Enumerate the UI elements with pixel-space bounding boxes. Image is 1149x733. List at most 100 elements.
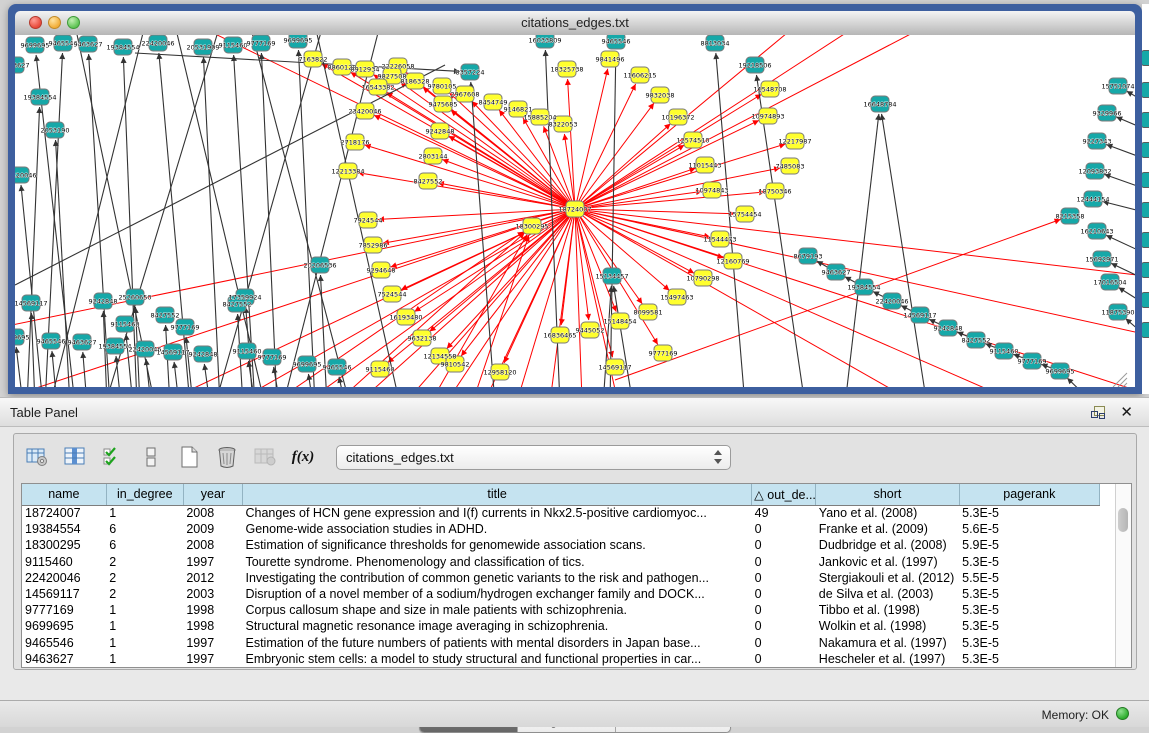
table-cell[interactable]: Disruption of a novel member of a sodium… [242,586,751,602]
table-cell[interactable]: 6 [106,521,183,537]
table-cell[interactable]: 0 [752,554,816,570]
table-scrollbar[interactable] [1115,484,1131,667]
table-cell[interactable]: 6 [106,537,183,553]
table-cell[interactable]: 9463627 [22,651,106,667]
citation-graph[interactable]: 1872400718300295716382288601288912934222… [15,35,1135,387]
table-cell[interactable]: Yano et al. (2008) [816,505,959,521]
table-row[interactable]: 977716911998Corpus callosum shape and si… [22,602,1100,618]
table-cell[interactable]: 19384554 [22,521,106,537]
table-cell[interactable]: Jankovic et al. (1997) [816,554,959,570]
table-cell[interactable]: 0 [752,537,816,553]
table-cell[interactable]: Stergiakouli et al. (2012) [816,570,959,586]
table-cell[interactable]: Structural magnetic resonance image aver… [242,618,751,634]
table-cell[interactable]: 5.3E-5 [959,635,1099,651]
table-cell[interactable]: 2012 [183,570,242,586]
delete-table-icon[interactable] [212,441,242,473]
table-row[interactable]: 911546021997Tourette syndrome. Phenomeno… [22,554,1100,570]
table-cell[interactable]: 1998 [183,618,242,634]
table-cell[interactable]: 0 [752,651,816,667]
table-cell[interactable]: Estimation of the future numbers of pati… [242,635,751,651]
table-cell[interactable]: 0 [752,586,816,602]
table-cell[interactable]: 2 [106,570,183,586]
table-cell[interactable]: 9115460 [22,554,106,570]
select-rows-icon[interactable] [98,441,128,473]
column-header-name[interactable]: name [22,484,106,505]
table-cell[interactable]: 0 [752,570,816,586]
table-cell[interactable]: 0 [752,618,816,634]
table-cell[interactable]: 9777169 [22,602,106,618]
table-cell[interactable]: Tibbo et al. (1998) [816,602,959,618]
table-cell[interactable]: Genome-wide association studies in ADHD. [242,521,751,537]
table-cell[interactable]: 14569117 [22,586,106,602]
table-settings-icon[interactable] [22,441,52,473]
table-cell[interactable]: 5.3E-5 [959,586,1099,602]
scrollbar-thumb[interactable] [1118,508,1128,532]
show-hide-columns-icon[interactable] [136,441,166,473]
table-cell[interactable]: 9699695 [22,618,106,634]
column-header-pagerank[interactable]: pagerank [959,484,1099,505]
network-window-titlebar[interactable]: citations_edges.txt [15,11,1135,36]
table-row[interactable]: 1456911722003Disruption of a novel membe… [22,586,1100,602]
table-cell[interactable]: 2 [106,586,183,602]
table-cell[interactable]: 5.3E-5 [959,554,1099,570]
network-canvas[interactable]: 1872400718300295716382288601288912934222… [15,35,1135,387]
table-cell[interactable]: Investigating the contribution of common… [242,570,751,586]
table-cell[interactable]: 22420046 [22,570,106,586]
table-row[interactable]: 1872400712008Changes of HCN gene express… [22,505,1100,521]
table-cell[interactable]: Franke et al. (2009) [816,521,959,537]
table-cell[interactable]: Corpus callosum shape and size in male p… [242,602,751,618]
table-cell[interactable]: 2 [106,554,183,570]
table-row[interactable]: 946554611997Estimation of the future num… [22,635,1100,651]
table-cell[interactable]: 1997 [183,554,242,570]
table-cell[interactable]: 5.9E-5 [959,537,1099,553]
column-header-year[interactable]: year [183,484,242,505]
table-cell[interactable]: 5.3E-5 [959,618,1099,634]
column-header-title[interactable]: title [242,484,751,505]
table-cell[interactable]: Wolkin et al. (1998) [816,618,959,634]
table-cell[interactable]: 9465546 [22,635,106,651]
table-cell[interactable]: 1 [106,635,183,651]
table-cell[interactable]: Hescheler et al. (1997) [816,651,959,667]
column-header-out_de[interactable]: △ out_de... [752,484,816,505]
table-row[interactable]: 2242004622012Investigating the contribut… [22,570,1100,586]
table-cell[interactable]: de Silva et al. (2003) [816,586,959,602]
table-cell[interactable]: 5.3E-5 [959,602,1099,618]
column-header-short[interactable]: short [816,484,959,505]
function-builder-icon[interactable]: f(x) [288,441,318,473]
table-cell[interactable]: 2003 [183,586,242,602]
table-cell[interactable]: 1997 [183,651,242,667]
table-cell[interactable]: 49 [752,505,816,521]
table-cell[interactable]: 1 [106,505,183,521]
table-cell[interactable]: 2008 [183,505,242,521]
table-cell[interactable]: 2008 [183,537,242,553]
float-panel-icon[interactable] [1091,406,1105,419]
table-row[interactable]: 1830029562008Estimation of significance … [22,537,1100,553]
table-cell[interactable]: 18300295 [22,537,106,553]
table-cell[interactable]: 5.3E-5 [959,651,1099,667]
table-cell[interactable]: 1 [106,618,183,634]
table-row[interactable]: 1938455462009Genome-wide association stu… [22,521,1100,537]
new-table-icon[interactable] [174,441,204,473]
table-cell[interactable]: Estimation of significance thresholds fo… [242,537,751,553]
table-cell[interactable]: 1997 [183,635,242,651]
table-cell[interactable]: Changes of HCN gene expression and I(f) … [242,505,751,521]
table-cell[interactable]: 5.6E-5 [959,521,1099,537]
table-cell[interactable]: 5.5E-5 [959,570,1099,586]
table-cell[interactable]: 0 [752,521,816,537]
node-table-grid[interactable]: namein_degreeyeartitle△ out_de...shortpa… [22,484,1100,667]
close-panel-icon[interactable]: ✕ [1120,403,1133,421]
table-cell[interactable]: Embryonic stem cells: a model to study s… [242,651,751,667]
table-cell[interactable]: Dudbridge et al. (2008) [816,537,959,553]
table-selector-dropdown[interactable]: citations_edges.txt [336,445,731,470]
table-row[interactable]: 946362711997Embryonic stem cells: a mode… [22,651,1100,667]
table-cell[interactable]: 2009 [183,521,242,537]
table-cell[interactable]: Tourette syndrome. Phenomenology and cla… [242,554,751,570]
table-row[interactable]: 969969511998Structural magnetic resonanc… [22,618,1100,634]
table-cell[interactable]: 5.3E-5 [959,505,1099,521]
table-cell[interactable]: 1 [106,651,183,667]
table-cell[interactable]: 18724007 [22,505,106,521]
table-cell[interactable]: 0 [752,602,816,618]
table-cell[interactable]: 0 [752,635,816,651]
column-header-in_degree[interactable]: in_degree [106,484,183,505]
import-table-icon[interactable] [250,441,280,473]
